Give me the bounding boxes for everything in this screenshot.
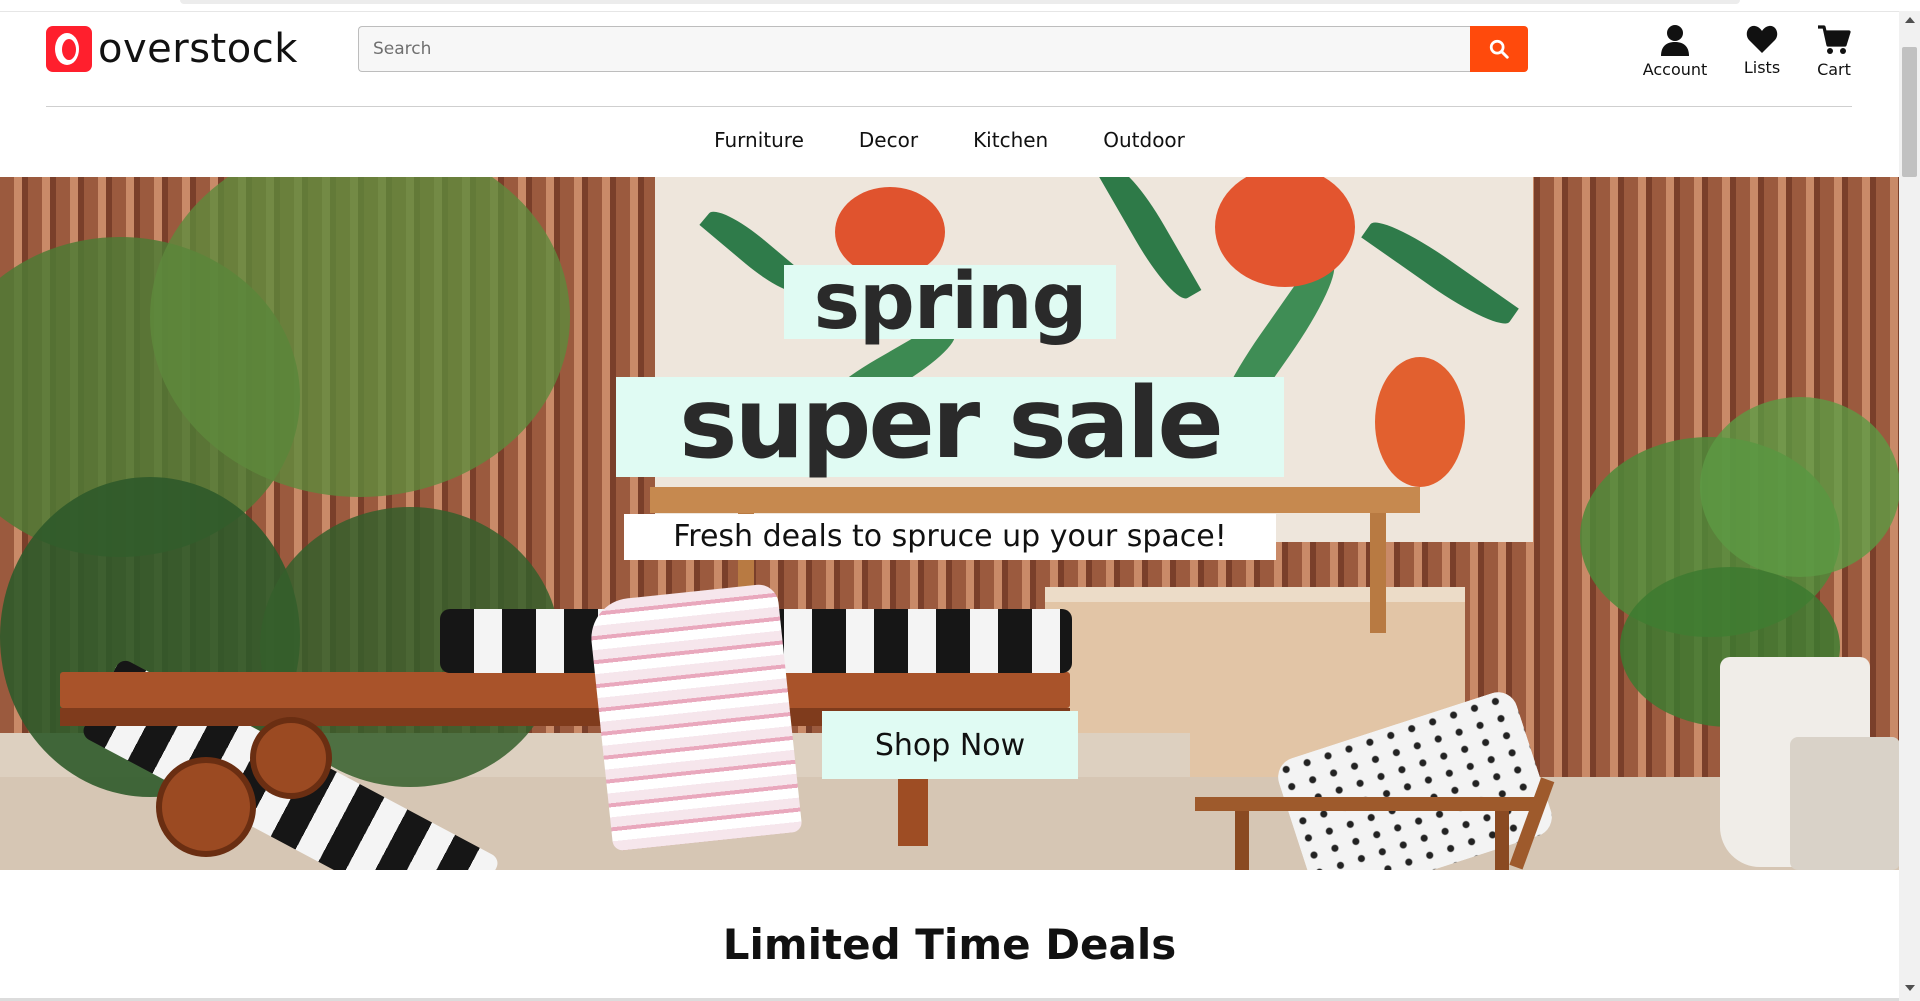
nav-item-decor[interactable]: Decor — [859, 128, 918, 152]
page-scrollbar[interactable] — [1899, 11, 1920, 1001]
tab-shadow — [180, 0, 1740, 4]
nav-item-outdoor[interactable]: Outdoor — [1103, 128, 1185, 152]
hero-headline-super-sale: super sale — [616, 375, 1284, 477]
search-button[interactable] — [1470, 26, 1528, 72]
scroll-up-arrow-icon[interactable] — [1905, 17, 1915, 23]
nav-item-furniture[interactable]: Furniture — [714, 128, 804, 152]
brand-name: overstock — [98, 26, 298, 72]
category-nav: Furniture Decor Kitchen Outdoor — [0, 128, 1899, 152]
overstock-o-logo-icon — [46, 26, 92, 72]
scroll-thumb[interactable] — [1902, 47, 1917, 177]
lists-link[interactable]: Lists — [1736, 24, 1788, 77]
overstock-logo[interactable]: overstock — [46, 26, 298, 72]
account-link[interactable]: Account — [1640, 24, 1710, 79]
hero-tagline: Fresh deals to spruce up your space! — [624, 514, 1276, 560]
scroll-down-arrow-icon[interactable] — [1905, 985, 1915, 991]
nav-item-kitchen[interactable]: Kitchen — [973, 128, 1048, 152]
search-input[interactable] — [358, 26, 1470, 72]
cart-icon — [1818, 25, 1851, 54]
cart-link[interactable]: Cart — [1808, 24, 1860, 79]
search-icon — [1489, 39, 1509, 59]
lists-label: Lists — [1743, 58, 1781, 77]
heart-icon — [1746, 25, 1778, 53]
account-label: Account — [1642, 60, 1708, 79]
person-icon — [1661, 25, 1689, 56]
cart-label: Cart — [1817, 60, 1851, 79]
hero-headline-spring: spring — [784, 263, 1116, 341]
shop-now-button[interactable]: Shop Now — [822, 711, 1078, 779]
limited-time-deals-heading: Limited Time Deals — [722, 920, 1177, 969]
browser-top-edge — [0, 0, 1899, 12]
hero-overlay: spring super sale Fresh deals to spruce … — [0, 177, 1899, 870]
hero-banner[interactable]: spring super sale Fresh deals to spruce … — [0, 177, 1899, 870]
search-form — [358, 26, 1528, 72]
header-divider — [46, 106, 1852, 107]
